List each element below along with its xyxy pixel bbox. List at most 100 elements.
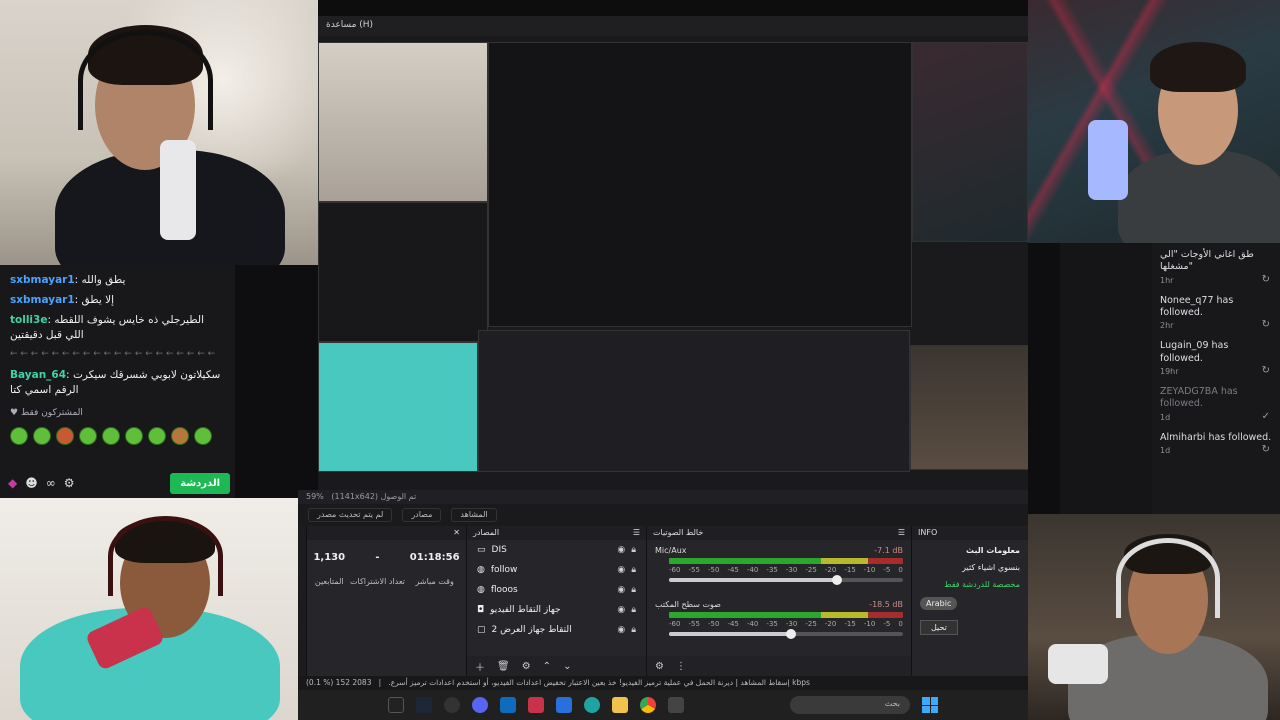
close-icon[interactable]: ✕ [453,528,460,538]
move-down-icon[interactable]: ⌄ [563,661,571,672]
emote-icon[interactable] [10,426,28,445]
refresh-icon[interactable]: ↻ [1262,319,1270,330]
nested-menu-bar[interactable]: مساعدة (H) [318,16,1028,36]
chat-username[interactable]: tolli3e [10,314,47,326]
sources-dock: المصادر ☰ ▭ DIS ◉ 🔒︎ ◍ follow ◉ 🔒︎ ◍ flooos ◉ 🔒︎ ◘… [466,526,646,676]
menu-help[interactable]: مساعدة (H) [326,20,373,30]
check-icon[interactable]: ✓ [1262,411,1270,422]
refresh-icon[interactable]: ↻ [1262,365,1270,376]
emote-icon[interactable] [194,426,212,445]
windows-start-icon[interactable] [922,697,938,713]
steam-icon[interactable] [416,697,432,713]
webcam-bottom-right [1028,514,1280,720]
lock-icon[interactable]: 🔒︎ [631,605,636,615]
edit-info-button[interactable]: تحيل [920,620,958,635]
nested-webcam-bottom [318,342,478,472]
dock-menu-icon[interactable]: ☰ [898,528,905,538]
emote-icon[interactable] [125,426,143,445]
slider-handle[interactable] [832,575,843,585]
refresh-icon[interactable]: ↻ [1262,444,1270,455]
feed-item: Nonee_q77 has followed. 2hr ↻ [1160,294,1270,331]
obs-icon[interactable] [444,697,460,713]
discord-icon[interactable] [472,697,488,713]
scale-tick: -50 [707,620,720,628]
chat-send-button[interactable]: الدردشة [170,472,230,494]
lock-icon[interactable]: 🔒︎ [631,585,636,595]
app-icon[interactable] [388,697,404,713]
emote-icon[interactable] [171,426,189,445]
scale-tick: -60 [669,566,681,574]
headset-icon [78,30,213,130]
emote-icon[interactable] [148,426,166,445]
source-item[interactable]: ▭ DIS ◉ 🔒︎ [467,540,646,560]
terminal-icon[interactable] [668,697,684,713]
microphone-icon [1088,120,1128,200]
emote-icon[interactable] [56,426,74,445]
stats-grid: 1,130 المتابعين - تعداد الاشتراكات 01:18:5… [307,540,466,598]
gear-icon[interactable]: ⚙ [64,474,75,492]
eye-icon[interactable]: ◉ [617,605,625,615]
slider-handle[interactable] [785,629,796,639]
add-icon[interactable]: ＋ [475,659,485,674]
emote-icon[interactable] [33,426,51,445]
lock-icon[interactable]: 🔒︎ [631,625,636,635]
pause-icon[interactable]: ∞ [46,474,56,492]
eye-icon[interactable]: ◉ [617,585,625,595]
volume-meter [669,612,903,618]
source-item[interactable]: ◍ follow ◉ 🔒︎ [467,560,646,580]
scale-tick: -55 [688,566,700,574]
followers-stat: 1,130 المتابعين [313,552,346,586]
volume-slider[interactable] [669,629,903,639]
nested-screen-capture: مساعدة (H) [318,0,1028,490]
emote-icon[interactable] [102,426,120,445]
camera-icon: ◘ [477,605,485,615]
gear-icon[interactable]: ⚙ [655,661,664,672]
tab-scenes[interactable]: المشاهد [451,508,497,522]
store-icon[interactable] [556,697,572,713]
scale-tick: -10 [863,620,876,628]
dock-menu-icon[interactable]: ☰ [633,528,640,538]
lock-icon[interactable]: 🔒︎ [631,545,636,555]
taskbar-search[interactable]: بحث [790,696,910,714]
stream-info-dock: INFO معلومات البث بنسوي اشياء كثير مخصصة… [911,526,1028,676]
microphone-icon [1048,644,1108,684]
gift-icon[interactable] [528,697,544,713]
emote-bar [10,426,225,445]
source-item[interactable]: ◍ flooos ◉ 🔒︎ [467,580,646,600]
globe-icon: ◍ [477,565,485,575]
guest-hair [1150,42,1246,92]
emote-picker-icon[interactable]: ☻ [25,474,38,492]
language-tag: Arabic [920,597,958,610]
lock-icon[interactable]: 🔒︎ [631,565,636,575]
more-icon[interactable]: ⋮ [676,661,686,672]
emote-icon[interactable] [79,426,97,445]
scale-tick: -30 [785,566,798,574]
edge-icon[interactable] [584,697,600,713]
scale-tick: -25 [805,620,817,628]
microphone-icon [160,140,196,240]
gear-icon[interactable]: ⚙ [522,661,531,672]
bits-icon[interactable]: ◆ [8,474,17,492]
trash-icon[interactable]: 🗑︎ [497,661,510,672]
sources-toolbar: ＋ 🗑︎ ⚙ ⌃ ⌄ [467,656,646,676]
outlook-icon[interactable] [500,697,516,713]
chat-username[interactable]: sxbmayar1 [10,274,75,286]
eye-icon[interactable]: ◉ [617,625,625,635]
chat-username[interactable]: sxbmayar1 [10,294,75,306]
move-up-icon[interactable]: ⌃ [543,661,551,672]
volume-slider[interactable] [669,575,903,585]
chat-message: tolli3e: الطيرجلي ذه خايس يشوف اللقطه ال… [10,313,205,342]
refresh-icon[interactable]: ↻ [1262,274,1270,285]
tab-source-refresh[interactable]: لم يتم تحديث مصدر [308,508,393,522]
eye-icon[interactable]: ◉ [617,545,625,555]
chrome-icon[interactable] [640,697,656,713]
sub-only-notice: ♥ المشتركون فقط [10,408,83,418]
scale-tick: -20 [824,566,837,574]
source-item[interactable]: ▢ التقاط جهاز العرض 2 ◉ 🔒︎ [467,620,646,640]
eye-icon[interactable]: ◉ [617,565,625,575]
chat-message: Bayan_64: سكيلاتون لابوبي شسرقك سيكرت ال… [10,368,221,397]
source-item[interactable]: ◘ جهاز التقاط الفيديو ◉ 🔒︎ [467,600,646,620]
chat-username[interactable]: Bayan_64 [10,369,66,381]
folder-icon[interactable] [612,697,628,713]
tab-sources[interactable]: مصادر [402,508,442,522]
